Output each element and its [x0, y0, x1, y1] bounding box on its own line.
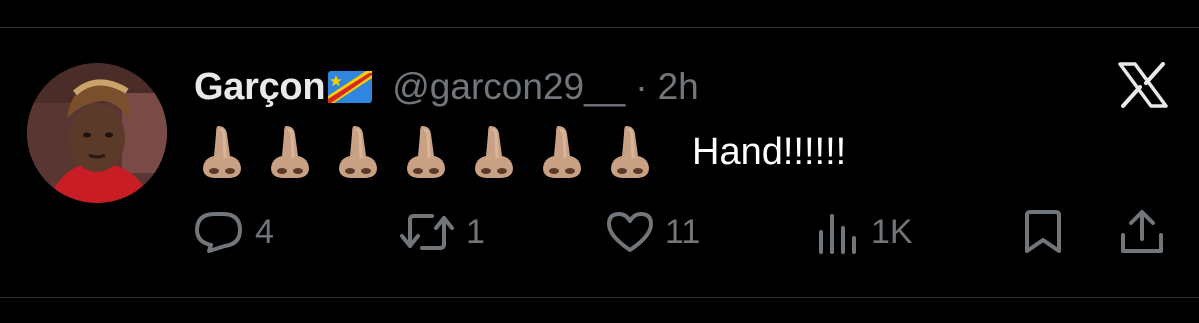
- nose-emoji-icon: [540, 124, 584, 180]
- retweet-button[interactable]: 1: [398, 207, 485, 257]
- display-name[interactable]: Garçon: [194, 66, 326, 109]
- views-icon: [815, 210, 861, 254]
- reply-icon: [193, 210, 245, 254]
- retweet-icon: [398, 210, 456, 254]
- views-count: 1K: [871, 212, 913, 251]
- share-button[interactable]: [1118, 207, 1166, 257]
- like-icon: [605, 210, 655, 254]
- nose-emoji-icon: [268, 124, 312, 180]
- tweet-content: Hand!!!!!!: [200, 122, 846, 182]
- drc-flag-icon: [328, 71, 373, 103]
- avatar[interactable]: [27, 63, 167, 203]
- separator-dot: ·: [635, 66, 648, 107]
- reply-button[interactable]: 4: [193, 207, 274, 257]
- bottom-divider: [0, 297, 1199, 298]
- nose-emoji-icon: [404, 124, 448, 180]
- user-handle[interactable]: @garcon29__: [392, 66, 625, 108]
- timestamp[interactable]: 2h: [658, 66, 699, 108]
- top-divider: [0, 27, 1199, 28]
- tweet-text: Hand!!!!!!: [692, 130, 847, 173]
- nose-emoji-icon: [200, 124, 244, 180]
- reply-count: 4: [255, 212, 274, 251]
- bookmark-button[interactable]: [1021, 207, 1065, 257]
- retweet-count: 1: [466, 212, 485, 251]
- x-logo-icon[interactable]: [1118, 62, 1168, 108]
- views-button[interactable]: 1K: [815, 207, 913, 257]
- like-count: 11: [665, 212, 701, 251]
- nose-emoji-icon: [472, 124, 516, 180]
- tweet-header: Garçon @garcon29__ · 2h: [194, 62, 699, 112]
- nose-emoji-icon: [608, 124, 652, 180]
- nose-emoji-icon: [336, 124, 380, 180]
- like-button[interactable]: 11: [605, 207, 700, 257]
- share-icon: [1118, 209, 1166, 255]
- bookmark-icon: [1021, 210, 1065, 254]
